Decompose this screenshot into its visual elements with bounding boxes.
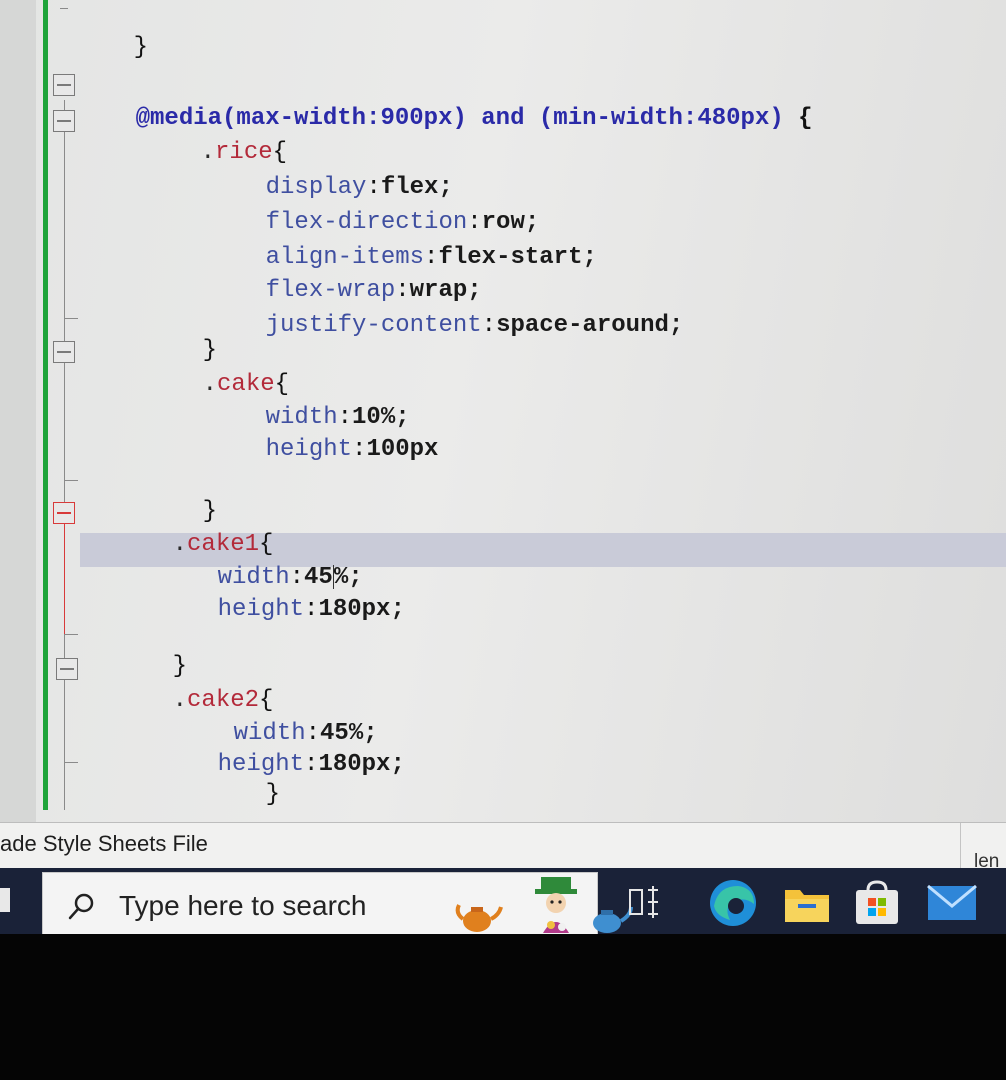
editor-margin bbox=[0, 0, 36, 822]
code-editor[interactable]: } @media(max-width:900px) and (min-width… bbox=[0, 0, 1006, 822]
fold-toggle-icon[interactable] bbox=[53, 502, 75, 524]
fold-toggle-icon[interactable] bbox=[53, 341, 75, 363]
store-icon[interactable] bbox=[852, 880, 902, 928]
fold-end-tick bbox=[64, 318, 78, 319]
task-view-icon[interactable] bbox=[620, 878, 668, 926]
fold-end-tick bbox=[60, 8, 68, 9]
fold-toggle-icon[interactable] bbox=[53, 74, 75, 96]
taskbar: Type here to search bbox=[0, 868, 1006, 950]
fold-toggle-icon[interactable] bbox=[53, 110, 75, 132]
start-button[interactable] bbox=[0, 888, 10, 912]
search-icon bbox=[68, 893, 94, 920]
fold-toggle-icon[interactable] bbox=[56, 658, 78, 680]
file-explorer-icon[interactable] bbox=[782, 880, 832, 926]
search-highlight-illustration-icon bbox=[455, 877, 633, 933]
change-indicator-bar bbox=[43, 0, 48, 810]
screen-bezel bbox=[0, 934, 1006, 1080]
file-type-label: ade Style Sheets File bbox=[0, 831, 208, 856]
code-line: } bbox=[265, 781, 281, 808]
code-line: height:100px bbox=[265, 436, 439, 463]
code-line: height:180px; bbox=[217, 596, 405, 623]
edge-icon[interactable] bbox=[706, 876, 760, 930]
fold-end-tick bbox=[64, 762, 78, 763]
fold-end-tick bbox=[64, 480, 78, 481]
taskbar-search-box[interactable]: Type here to search bbox=[42, 872, 633, 936]
fold-guide-line-active bbox=[64, 505, 65, 635]
fold-end-tick bbox=[64, 634, 78, 635]
mail-icon[interactable] bbox=[926, 882, 978, 924]
status-bar: ade Style Sheets File len bbox=[0, 822, 1006, 875]
search-placeholder: Type here to search bbox=[119, 890, 367, 921]
code-line: height:180px; bbox=[217, 751, 405, 778]
fold-guide-line bbox=[64, 100, 65, 810]
